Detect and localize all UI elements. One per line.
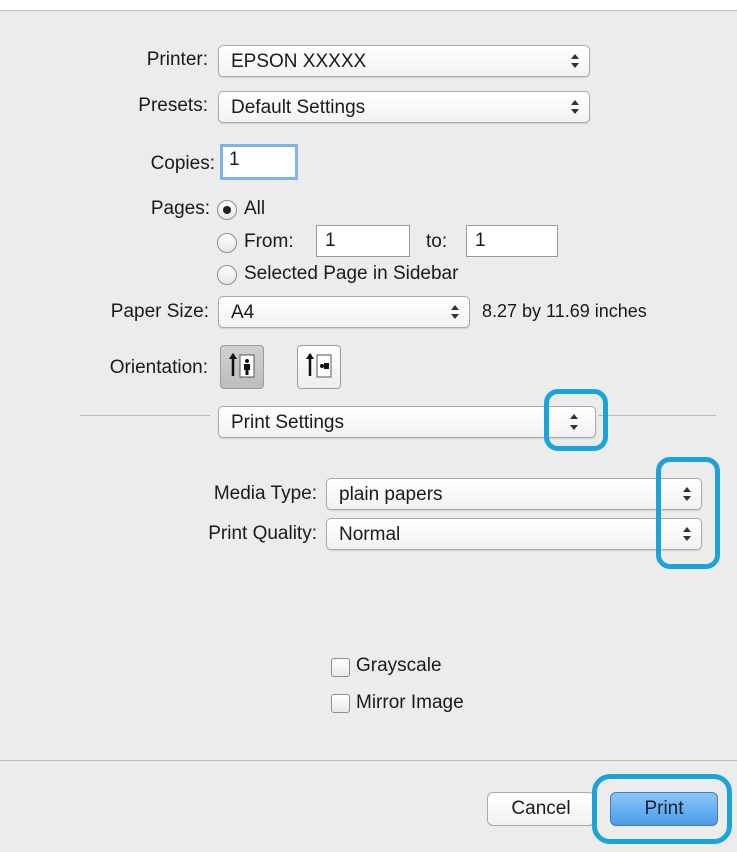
up-down-arrows-icon [682, 526, 692, 542]
pages-to-input[interactable]: 1 [466, 225, 558, 257]
media-type-popup[interactable]: plain papers [326, 478, 702, 510]
up-down-arrows-icon [570, 414, 578, 430]
orientation-landscape-button[interactable] [297, 345, 341, 389]
printer-value: EPSON XXXXX [231, 51, 367, 72]
pages-to-label: to: [426, 231, 448, 252]
bottom-separator [0, 760, 737, 761]
orientation-label: Orientation: [109, 357, 208, 378]
separator-left [80, 415, 210, 416]
pages-selected-radio[interactable] [217, 265, 237, 285]
print-dialog: Printer: EPSON XXXXX Presets: Default Se… [0, 10, 737, 852]
landscape-orientation-icon [306, 353, 332, 378]
print-quality-value: Normal [339, 524, 401, 545]
presets-value: Default Settings [231, 97, 366, 118]
copies-label: Copies: [150, 153, 215, 174]
separator-right [598, 415, 716, 416]
printer-popup[interactable]: EPSON XXXXX [218, 45, 590, 77]
print-quality-label: Print Quality: [208, 523, 317, 544]
print-button[interactable]: Print [610, 792, 718, 826]
pages-from-label: From: [244, 231, 294, 252]
media-type-label: Media Type: [213, 483, 317, 504]
panel-select-popup[interactable]: Print Settings [218, 406, 596, 438]
portrait-orientation-icon [229, 353, 255, 378]
printer-label: Printer: [146, 49, 208, 70]
up-down-arrows-icon [570, 53, 580, 69]
paper-size-label: Paper Size: [110, 301, 209, 322]
presets-label: Presets: [138, 95, 208, 116]
panel-select-arrows[interactable] [561, 407, 587, 437]
panel-select-value: Print Settings [231, 412, 344, 433]
copies-input[interactable]: 1 [220, 144, 298, 180]
pages-all-label: All [244, 198, 266, 219]
print-quality-popup[interactable]: Normal [326, 518, 702, 550]
pages-all-radio[interactable] [217, 200, 237, 220]
pages-from-input[interactable]: 1 [316, 225, 410, 257]
highlight-media-quality [656, 457, 720, 569]
pages-label: Pages: [150, 198, 210, 219]
paper-size-value: A4 [231, 302, 255, 323]
pages-selected-label: Selected Page in Sidebar [244, 263, 459, 284]
grayscale-checkbox[interactable] [331, 658, 350, 677]
grayscale-label: Grayscale [356, 655, 442, 676]
paper-size-popup[interactable]: A4 [218, 296, 470, 328]
media-type-value: plain papers [339, 484, 443, 505]
up-down-arrows-icon [570, 99, 580, 115]
cancel-button[interactable]: Cancel [487, 792, 595, 826]
mirror-image-label: Mirror Image [356, 692, 464, 713]
paper-dimensions: 8.27 by 11.69 inches [482, 301, 647, 321]
up-down-arrows-icon [450, 304, 460, 320]
orientation-portrait-button[interactable] [220, 345, 264, 389]
up-down-arrows-icon [682, 486, 692, 502]
mirror-image-checkbox[interactable] [331, 694, 350, 713]
pages-from-radio[interactable] [217, 233, 237, 253]
presets-popup[interactable]: Default Settings [218, 91, 590, 123]
